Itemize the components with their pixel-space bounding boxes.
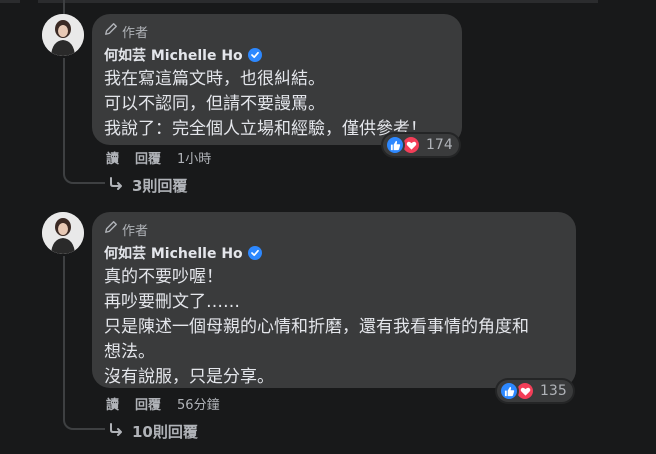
avatar-photo	[42, 212, 84, 254]
avatar-photo	[42, 14, 84, 56]
comment-line: 再吵要刪文了……	[104, 292, 240, 312]
comment-text: 真的不要吵喔！ 再吵要刪文了…… 只是陳述一個母親的心情和折磨，還有我看事情的角…	[104, 265, 564, 390]
view-replies-link[interactable]: 3則回覆	[108, 175, 187, 196]
pencil-icon	[104, 22, 118, 40]
reaction-count: 135	[540, 383, 567, 399]
author-tag-label: 作者	[122, 223, 149, 239]
replies-count-label: 3則回覆	[132, 177, 188, 195]
comment-text: 我在寫這篇文時，也很糾結。 可以不認同，但請不要謾罵。 我說了：完全個人立場和經…	[104, 67, 450, 142]
comment-line: 真的不要吵喔！	[104, 267, 223, 287]
avatar[interactable]	[42, 212, 84, 254]
thread-connector	[63, 0, 65, 14]
comment-actions: 讀 回覆 56分鐘	[106, 394, 220, 413]
reaction-count: 174	[426, 137, 453, 153]
comment-bubble: 作者 何如芸 Michelle Ho 真的不要吵喔！ 再吵要刪文了…… 只是陳述…	[92, 212, 576, 388]
comment-line: 想法。	[104, 342, 155, 362]
read-button[interactable]: 讀	[106, 148, 119, 167]
verified-badge-icon	[247, 48, 262, 62]
like-icon	[385, 135, 405, 155]
comment-line: 沒有說服，只是分享。	[104, 367, 274, 387]
avatar[interactable]	[42, 14, 84, 56]
author-name[interactable]: 何如芸 Michelle Ho	[104, 243, 243, 263]
thread-connector-elbow	[63, 168, 105, 184]
comment-bubble: 作者 何如芸 Michelle Ho 我在寫這篇文時，也很糾結。 可以不認同，但…	[92, 14, 462, 145]
comment-timestamp[interactable]: 1小時	[177, 148, 211, 167]
author-tag: 作者	[104, 220, 564, 239]
pencil-icon	[104, 220, 118, 238]
comment-timestamp[interactable]: 56分鐘	[177, 394, 220, 413]
previous-content-edge	[0, 0, 656, 3]
reply-button[interactable]: 回覆	[135, 148, 161, 167]
reaction-summary[interactable]: 174	[383, 134, 459, 156]
author-tag: 作者	[104, 22, 450, 41]
read-button[interactable]: 讀	[106, 394, 119, 413]
author-tag-label: 作者	[122, 25, 149, 41]
reply-arrow-icon	[108, 422, 124, 442]
view-replies-link[interactable]: 10則回覆	[108, 421, 198, 442]
comment-line: 只是陳述一個母親的心情和折磨，還有我看事情的角度和	[104, 317, 529, 337]
thread-connector-elbow	[63, 414, 105, 430]
comment-actions: 讀 回覆 1小時	[106, 148, 211, 167]
comment-line: 我在寫這篇文時，也很糾結。	[104, 69, 325, 89]
thread-connector	[63, 256, 65, 414]
author-name-row: 何如芸 Michelle Ho	[104, 243, 564, 263]
like-icon	[499, 381, 519, 401]
reaction-summary[interactable]: 135	[497, 380, 573, 402]
thread-connector	[63, 58, 65, 168]
reply-arrow-icon	[108, 176, 124, 196]
replies-count-label: 10則回覆	[132, 423, 198, 441]
verified-badge-icon	[247, 246, 262, 260]
comment-line: 可以不認同，但請不要謾罵。	[104, 94, 325, 114]
author-name[interactable]: 何如芸 Michelle Ho	[104, 45, 243, 65]
reply-button[interactable]: 回覆	[135, 394, 161, 413]
author-name-row: 何如芸 Michelle Ho	[104, 45, 450, 65]
